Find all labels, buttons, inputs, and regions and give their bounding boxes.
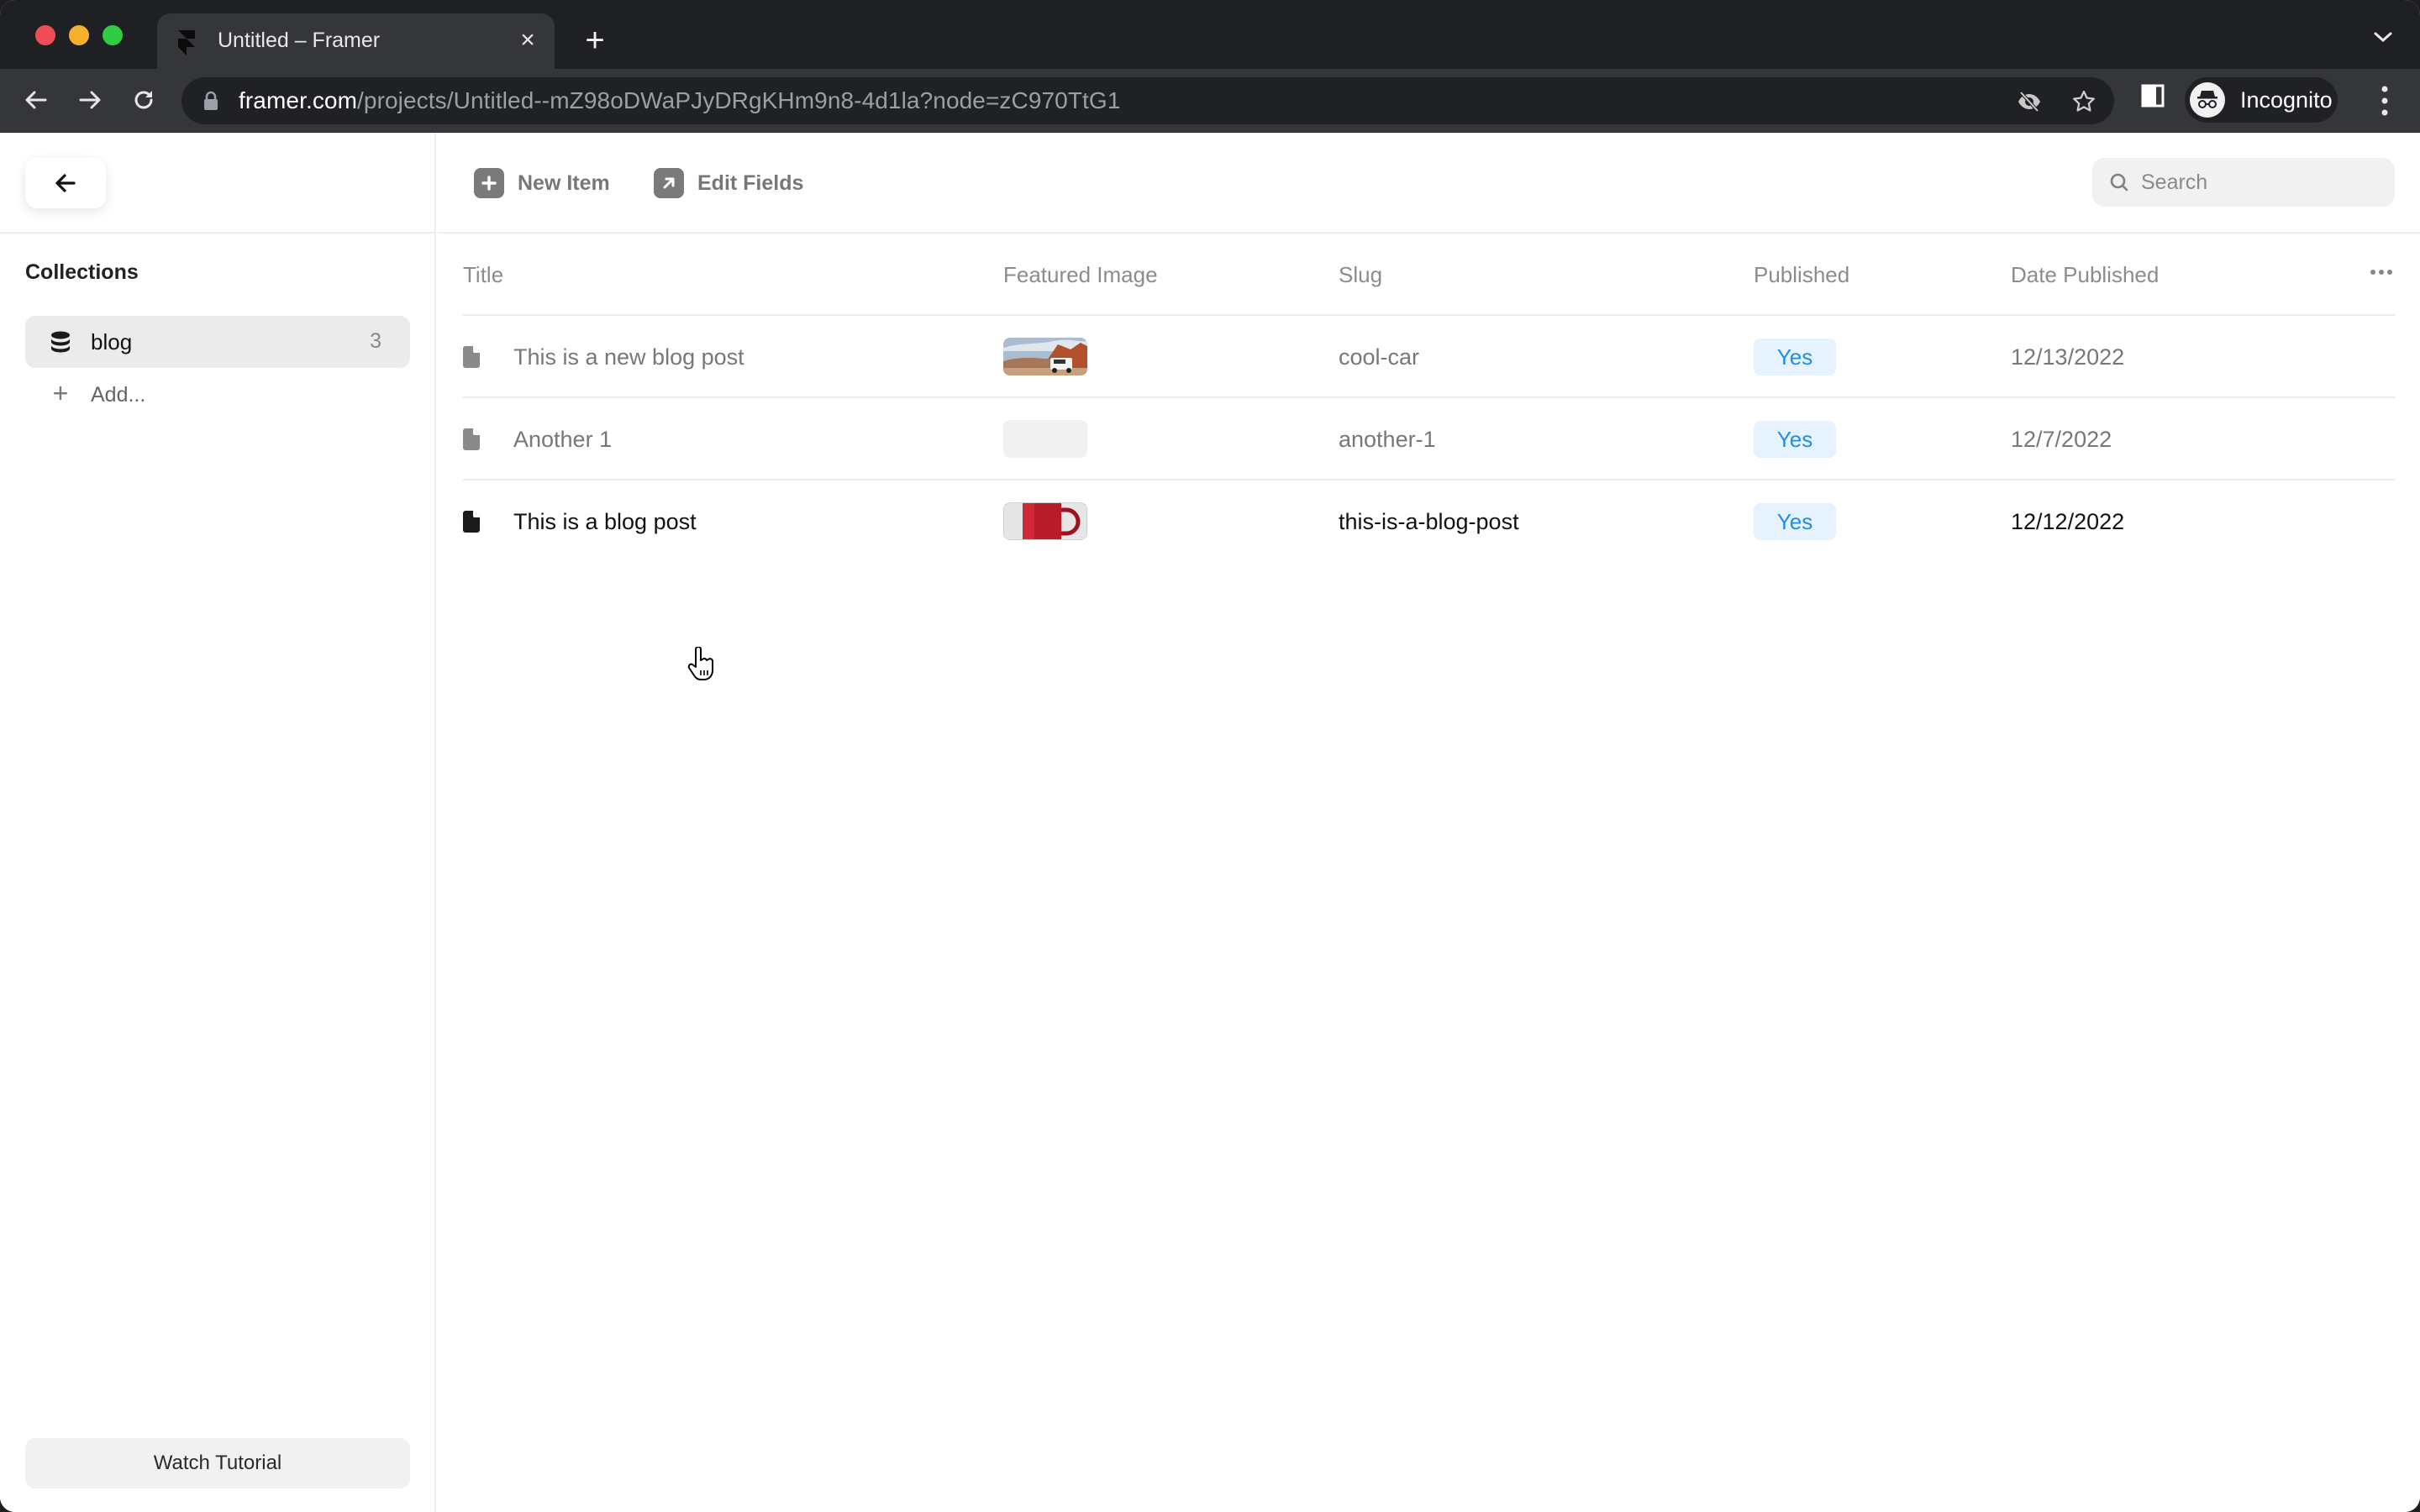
bookmark-star-icon[interactable] — [2070, 87, 2098, 116]
new-item-button[interactable]: New Item — [474, 168, 610, 198]
document-icon — [463, 511, 480, 533]
published-badge: Yes — [1754, 339, 1836, 375]
published-badge: Yes — [1754, 421, 1836, 458]
eye-slash-icon[interactable] — [2015, 87, 2044, 116]
url-host: framer.com — [239, 87, 358, 113]
back-arrow-icon — [25, 91, 47, 109]
collections-heading: Collections — [25, 260, 139, 284]
document-icon — [463, 346, 480, 368]
reload-button[interactable] — [124, 81, 163, 119]
url-path: /projects/Untitled--mZ98oDWaPJyDRgKHm9n8… — [357, 87, 1121, 113]
arrow-up-right-icon — [654, 168, 684, 198]
column-header-slug[interactable]: Slug — [1339, 262, 1382, 288]
browser-toolbar: framer.com/projects/Untitled--mZ98oDWaPJ… — [0, 69, 2420, 133]
add-collection-label: Add... — [91, 383, 146, 407]
close-window-button[interactable] — [35, 25, 55, 45]
row-slug: another-1 — [1339, 427, 1436, 452]
reload-icon — [134, 91, 153, 109]
tab-title: Untitled – Framer — [218, 29, 381, 52]
column-header-date-published[interactable]: Date Published — [2011, 262, 2159, 288]
tab-strip: Untitled – Framer × + — [0, 0, 2420, 69]
hand-pointer-cursor-icon — [687, 647, 713, 680]
featured-image-placeholder[interactable] — [1003, 420, 1087, 458]
sidebar: Collections blog 3 + Add... Watch Tutori… — [0, 133, 436, 1512]
back-button[interactable] — [17, 81, 55, 119]
collection-label: blog — [91, 329, 133, 354]
more-vert-icon[interactable] — [2373, 82, 2396, 119]
column-header-featured-image[interactable]: Featured Image — [1003, 262, 1158, 288]
lock-icon[interactable] — [203, 91, 218, 111]
car-in-desert-image — [1003, 338, 1087, 375]
framer-cms-app: Collections blog 3 + Add... Watch Tutori… — [0, 133, 2420, 1512]
red-mug-image — [1004, 503, 1086, 539]
more-options-icon[interactable] — [2369, 267, 2394, 277]
table-row[interactable]: This is a new blog post cool-car Yes 12/… — [463, 316, 2396, 398]
row-date: 12/12/2022 — [2011, 509, 2125, 534]
search-box[interactable] — [2092, 158, 2395, 207]
url-text[interactable]: framer.com/projects/Untitled--mZ98oDWaPJ… — [239, 87, 1121, 114]
incognito-label: Incognito — [2240, 87, 2333, 113]
minimize-window-button[interactable] — [69, 25, 89, 45]
row-slug: this-is-a-blog-post — [1339, 509, 1519, 534]
framer-logo-icon — [178, 30, 195, 55]
address-bar[interactable]: framer.com/projects/Untitled--mZ98oDWaPJ… — [182, 77, 2114, 124]
featured-image-thumbnail[interactable] — [1003, 338, 1087, 375]
edit-fields-button[interactable]: Edit Fields — [654, 168, 803, 198]
collection-count: 3 — [370, 329, 381, 353]
document-icon — [463, 428, 480, 450]
collection-item-blog[interactable]: blog 3 — [25, 316, 410, 368]
incognito-profile-button[interactable]: Incognito — [2185, 77, 2338, 123]
table-header: Title Featured Image Slug Published Date… — [463, 234, 2396, 316]
arrow-left-icon — [55, 174, 76, 192]
maximize-window-button[interactable] — [103, 25, 123, 45]
featured-image-thumbnail[interactable] — [1003, 502, 1087, 540]
add-collection-button[interactable]: + Add... — [25, 371, 410, 418]
main-header: New Item Edit Fields — [438, 133, 2420, 234]
new-tab-button[interactable]: + — [578, 24, 612, 57]
column-header-title[interactable]: Title — [463, 262, 503, 288]
row-title[interactable]: Another 1 — [513, 427, 612, 453]
tab-close-icon[interactable]: × — [513, 25, 543, 55]
browser-tab[interactable]: Untitled – Framer × — [157, 13, 555, 69]
browser-window: Untitled – Framer × + framer.com/project… — [0, 0, 2420, 1512]
table-row[interactable]: Another 1 another-1 Yes 12/7/2022 — [463, 398, 2396, 480]
tab-list-chevron-icon[interactable] — [2371, 29, 2395, 45]
main-panel: New Item Edit Fields Title Featured Imag… — [438, 133, 2420, 1512]
row-date: 12/13/2022 — [2011, 344, 2125, 370]
search-icon — [2110, 173, 2128, 192]
search-input[interactable] — [2141, 158, 2385, 207]
incognito-icon — [2190, 82, 2225, 118]
column-header-published[interactable]: Published — [1754, 262, 1849, 288]
forward-button[interactable] — [71, 81, 109, 119]
row-date: 12/7/2022 — [2011, 427, 2112, 452]
plus-square-icon — [474, 168, 504, 198]
edit-fields-label: Edit Fields — [697, 171, 804, 195]
plus-icon: + — [52, 378, 69, 408]
back-button[interactable] — [25, 158, 106, 208]
published-badge: Yes — [1754, 503, 1836, 540]
sidebar-toggle-icon[interactable] — [2138, 81, 2168, 111]
new-item-label: New Item — [518, 171, 610, 195]
row-title[interactable]: This is a new blog post — [513, 344, 744, 370]
database-icon — [51, 331, 70, 353]
row-slug: cool-car — [1339, 344, 1420, 370]
watch-tutorial-button[interactable]: Watch Tutorial — [25, 1438, 410, 1488]
forward-arrow-icon — [79, 91, 101, 109]
table-row[interactable]: This is a blog post this-is-a-blog-post … — [463, 480, 2396, 563]
row-title[interactable]: This is a blog post — [513, 509, 697, 535]
divider — [0, 232, 436, 234]
items-table: Title Featured Image Slug Published Date… — [463, 234, 2396, 563]
